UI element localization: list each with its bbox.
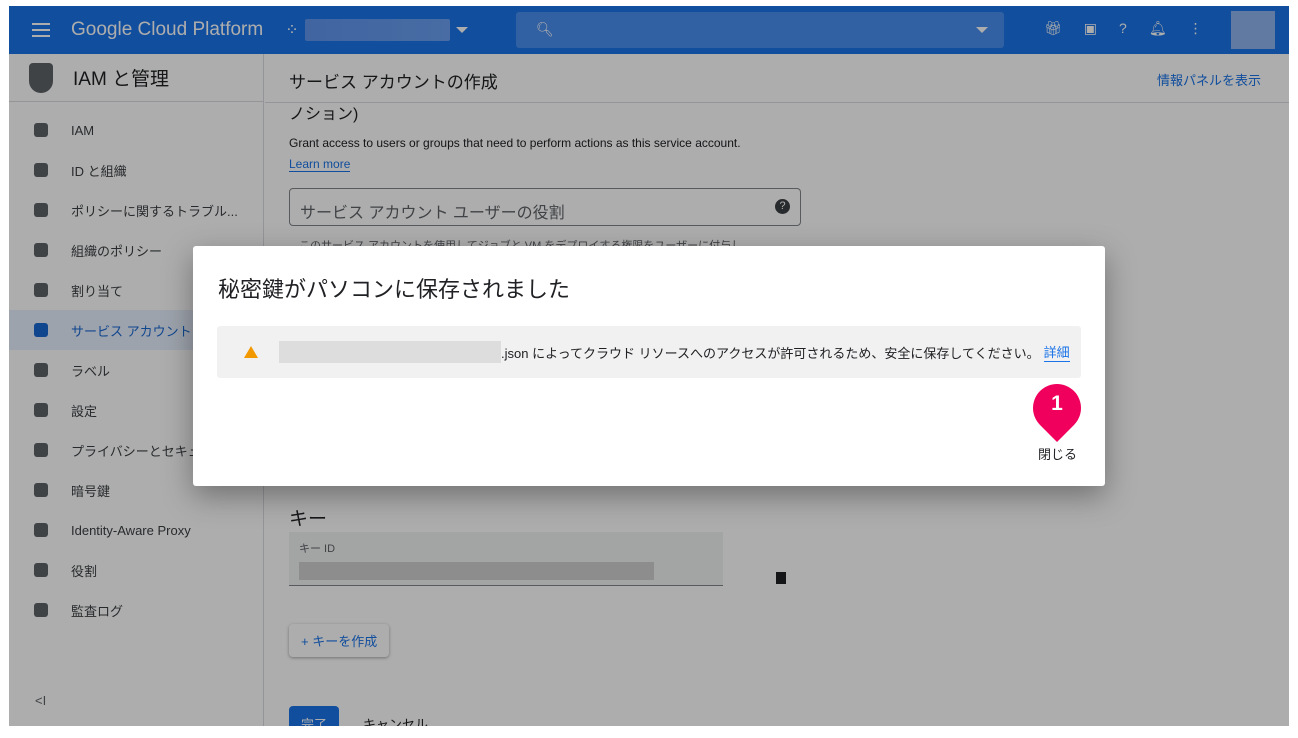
- details-link[interactable]: 詳細: [1043, 342, 1070, 362]
- dialog-title: 秘密鍵がパソコンに保存されました: [218, 277, 571, 302]
- marker-number: 1: [1051, 392, 1063, 415]
- warning-icon: [244, 346, 258, 358]
- warning-banner: .json によってクラウド リソースへのアクセスが許可されるため、安全に保存し…: [217, 326, 1081, 378]
- close-button[interactable]: 閉じる: [1038, 444, 1077, 463]
- warning-message: .json によってクラウド リソースへのアクセスが許可されるため、安全に保存し…: [501, 345, 1040, 361]
- app-window: Google Cloud Platform ⁘ 🔍︎ 🎁︎ ▣? 🔔︎ ⋮ IAM と…: [9, 6, 1289, 726]
- key-saved-dialog: 秘密鍵がパソコンに保存されました .json によってクラウド リソースへのアク…: [193, 246, 1105, 486]
- key-filename-redacted: [279, 341, 501, 363]
